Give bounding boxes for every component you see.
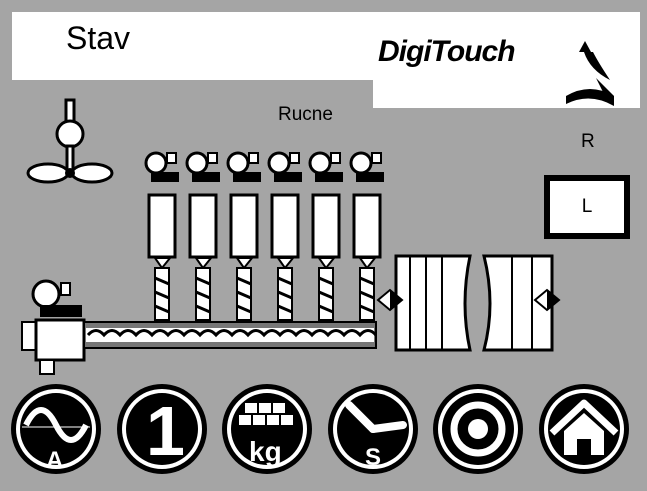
drive-unit [21,279,86,375]
kg-label: kg [249,436,282,467]
number-1-icon[interactable]: 1 [114,381,210,477]
dosing-unit-6 [349,151,386,322]
s-label: S [365,444,381,471]
a-label: A [46,447,63,474]
number-label: 1 [146,392,185,470]
dosing-unit-3 [226,151,263,322]
fan-icon [26,98,114,184]
dosing-unit-4 [267,151,304,322]
current-sine-A-icon[interactable]: A [8,381,104,477]
target-icon[interactable] [430,381,526,477]
screw-conveyor [83,321,378,349]
screen: Stav DigiTouch Rucne R L A 1 kg S [0,0,647,491]
extruder-barrel [376,254,561,352]
home-icon[interactable] [536,381,632,477]
dosing-unit-2 [185,151,222,322]
weight-kg-icon[interactable]: kg [219,381,315,477]
dosing-unit-5 [308,151,345,322]
timer-s-icon[interactable]: S [325,381,421,477]
dosing-unit-1 [144,151,179,321]
